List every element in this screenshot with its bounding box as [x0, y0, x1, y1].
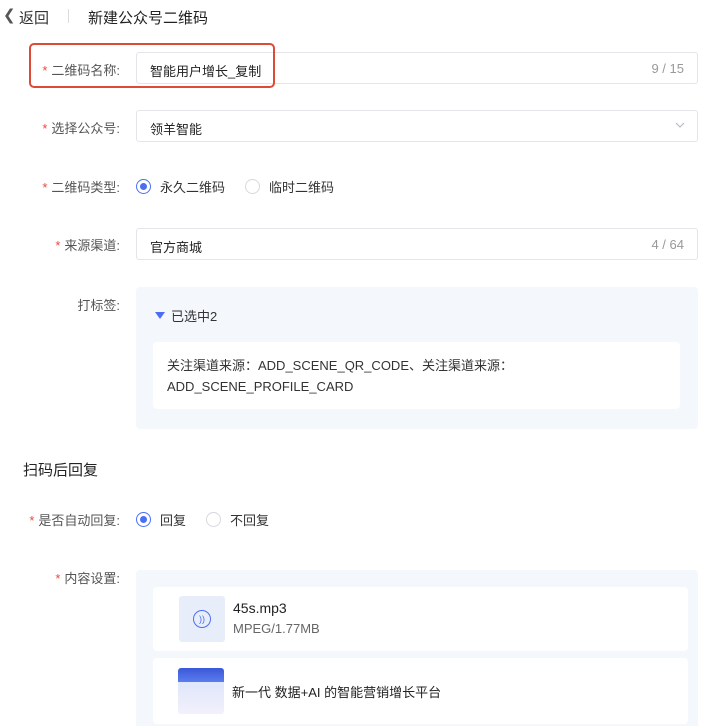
article-attachment-card[interactable]: 新一代 数据+AI 的智能营销增长平台 — [153, 658, 688, 724]
radio-temporary-qr[interactable]: 临时二维码 — [245, 177, 334, 196]
audio-file-meta: MPEG/1.77MB — [233, 621, 320, 636]
content-settings-label: * 内容设置: — [55, 571, 120, 586]
tag-collapse-toggle[interactable]: 已选中2 — [155, 306, 217, 325]
selected-tags-card: 关注渠道来源：ADD_SCENE_QR_CODE、关注渠道来源： ADD_SCE… — [153, 342, 680, 409]
required-asterisk: * — [29, 513, 35, 528]
radio-no-reply[interactable]: 不回复 — [206, 510, 269, 529]
audio-file-name: 45s.mp3 — [233, 600, 287, 616]
article-title: 新一代 数据+AI 的智能营销增长平台 — [232, 685, 442, 700]
back-link[interactable]: 返回 — [19, 7, 49, 28]
highlight-annotation-box — [29, 43, 275, 88]
header-divider — [68, 9, 69, 23]
qr-name-char-count: 9 / 15 — [651, 61, 684, 76]
radio-reply[interactable]: 回复 — [136, 510, 186, 529]
article-thumbnail — [178, 668, 224, 714]
required-asterisk: * — [55, 238, 61, 253]
channel-label: * 来源渠道: — [55, 238, 120, 253]
radio-unchecked-icon — [206, 512, 221, 527]
page-header: ❮ 返回 新建公众号二维码 — [0, 0, 702, 34]
tags-label: 打标签: — [77, 298, 120, 313]
selected-tags-line: ADD_SCENE_PROFILE_CARD — [167, 379, 354, 394]
chevron-down-icon — [675, 122, 685, 128]
channel-value: 官方商城 — [150, 240, 203, 255]
caret-down-icon — [155, 312, 165, 319]
required-asterisk: * — [55, 571, 61, 586]
required-asterisk: * — [42, 121, 48, 136]
content-panel: )) 45s.mp3 MPEG/1.77MB 新一代 数据+AI 的智能营销增长… — [136, 570, 698, 726]
radio-checked-icon — [136, 179, 151, 194]
audio-icon: )) — [179, 596, 225, 642]
chevron-left-icon[interactable]: ❮ — [3, 6, 16, 24]
channel-char-count: 4 / 64 — [651, 237, 684, 252]
radio-checked-icon — [136, 512, 151, 527]
account-select-value: 领羊智能 — [150, 122, 203, 137]
auto-reply-label: * 是否自动回复: — [29, 513, 120, 528]
account-select[interactable]: 领羊智能 — [136, 110, 698, 142]
page-title: 新建公众号二维码 — [88, 10, 209, 27]
qr-type-label: * 二维码类型: — [42, 180, 120, 195]
audio-attachment-card[interactable]: )) 45s.mp3 MPEG/1.77MB — [153, 587, 688, 651]
radio-permanent-qr[interactable]: 永久二维码 — [136, 177, 225, 196]
account-label: * 选择公众号: — [42, 121, 120, 136]
required-asterisk: * — [42, 180, 48, 195]
channel-input[interactable]: 官方商城 4 / 64 — [136, 228, 698, 260]
section-title: 扫码后回复 — [23, 462, 99, 479]
selected-tags-line: 关注渠道来源：ADD_SCENE_QR_CODE、关注渠道来源： — [167, 358, 513, 373]
tag-panel: 已选中2 关注渠道来源：ADD_SCENE_QR_CODE、关注渠道来源： AD… — [136, 287, 698, 429]
radio-unchecked-icon — [245, 179, 260, 194]
